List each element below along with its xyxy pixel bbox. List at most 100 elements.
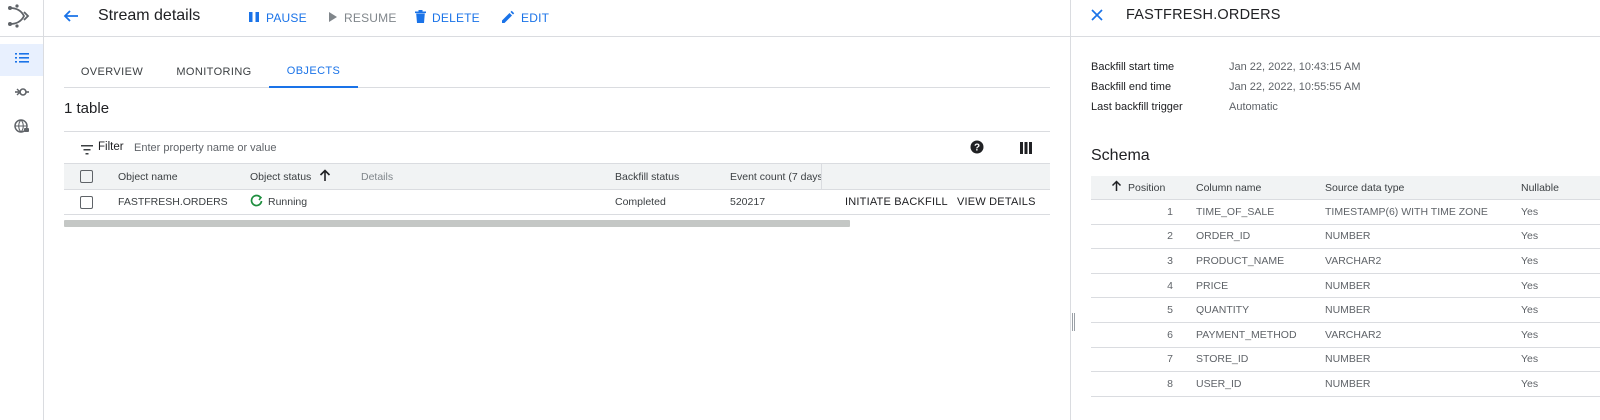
delete-button[interactable]: DELETE [415, 8, 480, 28]
schema-data-type-cell: NUMBER [1325, 353, 1371, 366]
resume-button[interactable]: RESUME [328, 8, 397, 28]
object-status-cell: Running [250, 190, 307, 214]
col-column-name[interactable]: Column name [1196, 176, 1261, 199]
select-all-checkbox[interactable] [80, 164, 93, 189]
col-backfill-status[interactable]: Backfill status [615, 164, 679, 189]
rail-item-connection-profiles[interactable] [0, 78, 43, 110]
edit-label: EDIT [521, 11, 550, 25]
edit-button[interactable]: EDIT [501, 8, 549, 28]
schema-column-name-cell: USER_ID [1196, 377, 1242, 390]
pause-button[interactable]: PAUSE [248, 8, 307, 28]
horizontal-scrollbar[interactable] [64, 220, 850, 227]
schema-column-name-cell: PAYMENT_METHOD [1196, 328, 1297, 341]
objects-table: Object name Object status Details Backfi… [64, 164, 1050, 215]
arrow-back-icon [63, 8, 79, 29]
schema-data-type-cell: TIMESTAMP(6) WITH TIME ZONE [1325, 205, 1488, 218]
col-position[interactable]: Position [1111, 176, 1165, 199]
filter-icon [81, 142, 93, 160]
kv-value: Automatic [1229, 101, 1278, 113]
schema-position-cell: 1 [1167, 205, 1173, 218]
filter-input[interactable] [134, 138, 534, 158]
schema-header-row: Position Column name Source data type Nu… [1091, 176, 1600, 200]
kv-key: Last backfill trigger [1091, 101, 1183, 113]
col-source-data-type[interactable]: Source data type [1325, 176, 1404, 199]
schema-position-cell: 8 [1167, 377, 1173, 390]
backfill-status-cell: Completed [615, 196, 666, 208]
col-object-status-label: Object status [250, 170, 312, 183]
resume-label: RESUME [344, 11, 397, 25]
filter-label: Filter [98, 141, 124, 153]
event-count-cell: 520217 [730, 196, 766, 208]
sort-ascending-icon [319, 168, 331, 185]
schema-row: 4 PRICE NUMBER Yes [1091, 274, 1600, 299]
schema-data-type-cell: VARCHAR2 [1325, 328, 1382, 341]
schema-nullable-cell: Yes [1521, 205, 1539, 218]
schema-position-cell: 2 [1167, 230, 1173, 243]
col-position-label: Position [1128, 181, 1166, 194]
schema-table: Position Column name Source data type Nu… [1091, 176, 1600, 397]
schema-nullable-cell: Yes [1521, 377, 1539, 390]
schema-row: 8 USER_ID NUMBER Yes [1091, 372, 1600, 397]
object-details-panel: FASTFRESH.ORDERS Backfill start time Jan… [1071, 0, 1600, 420]
connection-profiles-icon [14, 84, 30, 105]
initiate-backfill-button[interactable]: INITIATE BACKFILL [845, 190, 948, 214]
schema-data-type-cell: NUMBER [1325, 230, 1371, 243]
tab-objects[interactable]: OBJECTS [269, 56, 358, 88]
panel-header-divider [1071, 36, 1600, 37]
col-object-status[interactable]: Object status [250, 164, 331, 189]
schema-row: 2 ORDER_ID NUMBER Yes [1091, 225, 1600, 250]
schema-data-type-cell: NUMBER [1325, 304, 1371, 317]
schema-data-type-cell: NUMBER [1325, 279, 1371, 292]
kv-value: Jan 22, 2022, 10:55:55 AM [1229, 81, 1361, 93]
object-name-cell: FASTFRESH.ORDERS [118, 196, 228, 208]
sort-ascending-icon [1111, 180, 1122, 195]
last-backfill-trigger-row: Last backfill trigger Automatic [1091, 101, 1278, 113]
back-button[interactable] [58, 5, 84, 31]
schema-row: 3 PRODUCT_NAME VARCHAR2 Yes [1091, 249, 1600, 274]
help-icon[interactable]: ? [970, 140, 984, 159]
schema-row: 6 PAYMENT_METHOD VARCHAR2 Yes [1091, 323, 1600, 348]
schema-nullable-cell: Yes [1521, 328, 1539, 341]
play-icon [328, 11, 338, 26]
backfill-start-time-row: Backfill start time Jan 22, 2022, 10:43:… [1091, 61, 1361, 73]
col-object-name[interactable]: Object name [118, 164, 178, 189]
table-header-row: Object name Object status Details Backfi… [64, 164, 1050, 190]
schema-nullable-cell: Yes [1521, 353, 1539, 366]
trash-icon [415, 10, 426, 26]
schema-position-cell: 7 [1167, 353, 1173, 366]
close-panel-button[interactable] [1085, 5, 1109, 29]
streams-list-icon [14, 50, 30, 71]
schema-rows: 1 TIME_OF_SALE TIMESTAMP(6) WITH TIME ZONE… [1091, 200, 1600, 397]
column-divider [821, 164, 822, 190]
tab-bar: OVERVIEW MONITORING OBJECTS [64, 56, 1050, 88]
datastream-app: Stream details PAUSE RESUME DELETE EDIT [0, 0, 1600, 420]
schema-position-cell: 4 [1167, 279, 1173, 292]
schema-data-type-cell: VARCHAR2 [1325, 254, 1382, 267]
rail-item-streams[interactable] [0, 44, 43, 76]
col-details: Details [361, 170, 394, 183]
tab-overview[interactable]: OVERVIEW [64, 56, 160, 88]
column-display-options-icon[interactable] [1020, 141, 1032, 159]
col-event-count[interactable]: Event count (7 days) [730, 164, 821, 189]
tab-monitoring[interactable]: MONITORING [165, 56, 263, 88]
schema-column-name-cell: TIME_OF_SALE [1196, 205, 1275, 218]
object-status-text: Running [268, 196, 308, 208]
row-checkbox[interactable] [80, 190, 93, 214]
private-connectivity-icon [13, 118, 30, 139]
schema-column-name-cell: PRICE [1196, 279, 1229, 292]
schema-column-name-cell: QUANTITY [1196, 304, 1250, 317]
schema-nullable-cell: Yes [1521, 279, 1539, 292]
col-nullable[interactable]: Nullable [1521, 176, 1559, 199]
schema-position-cell: 5 [1167, 304, 1173, 317]
pencil-icon [501, 10, 515, 27]
schema-column-name-cell: PRODUCT_NAME [1196, 254, 1285, 267]
close-icon [1091, 8, 1103, 26]
schema-data-type-cell: NUMBER [1325, 377, 1371, 390]
left-nav-rail [0, 0, 44, 420]
view-details-button[interactable]: VIEW DETAILS [957, 190, 1036, 214]
rail-item-private-connectivity[interactable] [0, 112, 43, 144]
kv-key: Backfill start time [1091, 61, 1175, 73]
datastream-logo-icon[interactable] [4, 2, 32, 30]
rail-divider [0, 36, 44, 37]
schema-position-cell: 6 [1167, 328, 1173, 341]
